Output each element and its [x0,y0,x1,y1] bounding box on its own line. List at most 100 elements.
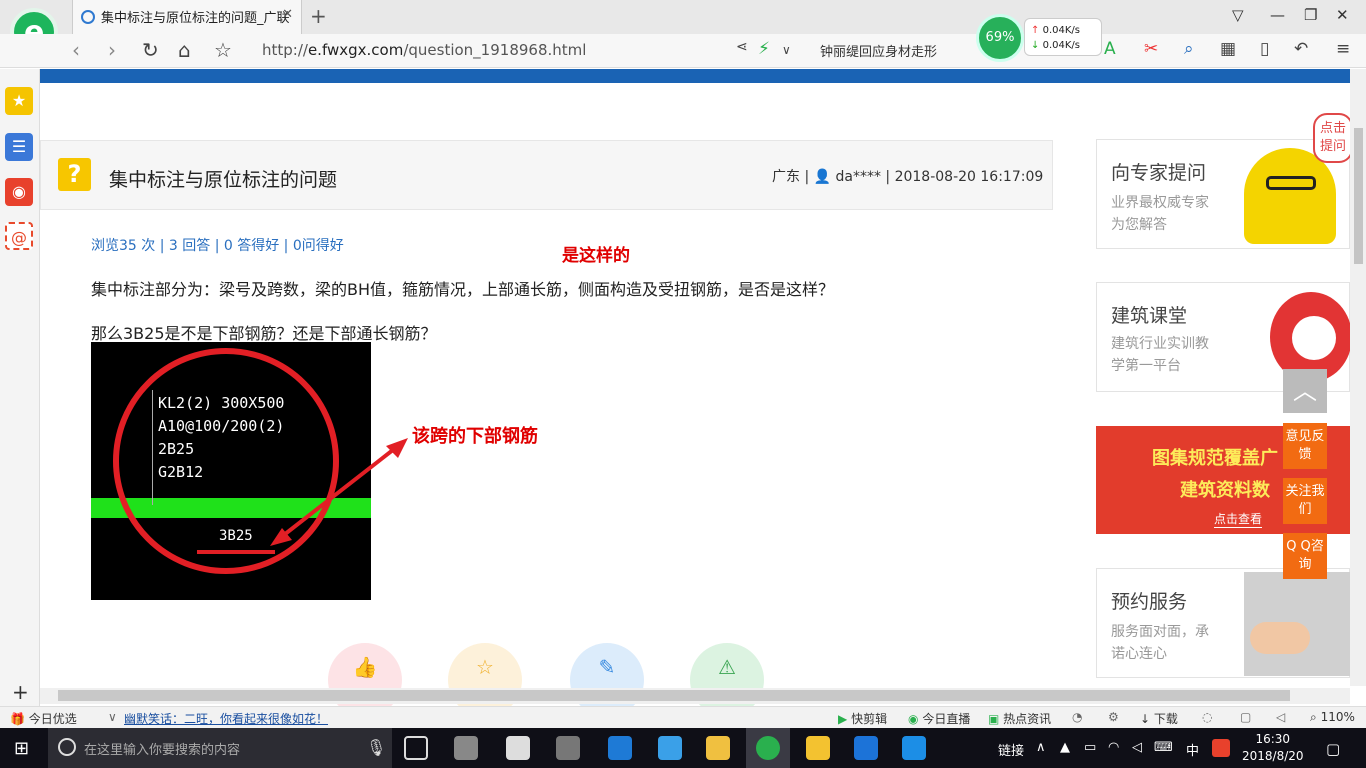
network-speed: ↑ 0.04K/s ↓ 0.04K/s [1024,18,1102,56]
navigation-bar [0,34,1366,68]
ask-bubble[interactable]: 点击提问 [1313,113,1353,163]
dropdown-chevron-icon[interactable]: ∨ [782,43,791,57]
microphone-icon[interactable]: 🎙 [366,738,386,757]
ask-expert-title: 向专家提问 [1111,162,1207,184]
browser-tab[interactable]: 集中标注与原位标注的问题_广联 ✕ [72,0,302,34]
maximize-icon[interactable]: ❐ [1304,6,1317,24]
ask-expert-sub: 业界最权威专家 为您解答 [1111,195,1209,233]
weibo-icon[interactable]: ◉ [5,178,33,206]
favorite-star-icon[interactable]: ☆ [214,38,232,62]
today-picks-label: 今日优选 [28,712,77,726]
back-to-top-button[interactable]: ︿ [1283,369,1327,413]
follow-button[interactable]: 关注我们 [1283,478,1327,524]
taskbar-link[interactable]: 链接 [998,740,1024,759]
search-hint[interactable]: 钟丽缇回应身材走形 [820,41,937,60]
forward-icon[interactable]: › [108,38,116,62]
back-icon[interactable]: ‹ [72,38,80,62]
home-icon[interactable]: ⌂ [178,38,191,62]
menu-icon[interactable]: ≡ [1336,39,1350,59]
hot-news-label: 热点资讯 [1003,712,1052,726]
memory-speed-ball[interactable]: 69% [976,14,1024,62]
tab-close-icon[interactable]: ✕ [282,7,293,22]
hot-news[interactable]: ▣ 热点资讯 [988,710,1051,727]
notification-icon[interactable]: ▢ [1326,740,1340,758]
net-up: 0.04K/s [1042,25,1080,36]
search-icon[interactable]: ⌕ [1184,39,1194,59]
minimize-icon[interactable]: — [1270,6,1285,24]
share-icon[interactable]: ⋖ [736,39,748,55]
app-spiral-icon[interactable] [556,736,580,760]
tray-ime[interactable]: 中 [1186,740,1199,759]
tray-volume-icon[interactable]: ◁ [1132,740,1142,755]
vertical-scroll-thumb[interactable] [1354,128,1363,264]
edge-browser-icon[interactable] [608,736,632,760]
email-icon[interactable]: @ [5,222,33,250]
window-icon[interactable]: ▢ [1240,710,1251,724]
apps-grid-icon[interactable]: ▦ [1220,39,1236,59]
mobile-icon[interactable]: ▯ [1260,39,1269,59]
taskbar-clock[interactable]: 16:30 2018/8/20 [1242,731,1304,765]
task-view-icon[interactable] [404,736,428,760]
joke-link[interactable]: 幽默笑话：二旺，你看起来很像如花！ [124,710,328,727]
address-bar[interactable]: http://e.fwxgx.com/question_1918968.html [262,41,586,59]
app-notes-icon[interactable] [806,736,830,760]
windows-start-icon[interactable]: ⊞ [14,738,29,759]
tab-favicon-icon [81,10,95,24]
skin-icon[interactable]: ▽ [1232,6,1244,24]
clock-date: 2018/8/20 [1242,749,1304,763]
feedback-button[interactable]: 意见反馈 [1283,423,1327,469]
quick-clip-label: 快剪辑 [851,712,888,726]
banner-line-1: 图集规范覆盖广 [1152,448,1278,469]
tray-bell-icon[interactable]: ▲ [1060,740,1070,755]
reading-list-icon[interactable]: ☰ [5,133,33,161]
tools-icon[interactable]: ⚙ [1108,710,1119,724]
chevron-down-icon[interactable]: ∨ [108,710,117,724]
building-class-title: 建筑课堂 [1111,305,1188,327]
app-plus-icon[interactable] [902,736,926,760]
question-stats: 浏览35 次 | 3 回答 | 0 答得好 | 0问得好 [91,238,344,254]
qq-consult-button[interactable]: Q Q咨询 [1283,533,1327,579]
volume-icon[interactable]: ◁ [1276,710,1285,724]
horizontal-scroll-thumb[interactable] [58,690,1290,701]
app-pinwheel-icon[interactable] [454,736,478,760]
banner-link[interactable]: 点击查看 [1214,510,1263,528]
tray-keyboard-icon[interactable]: ⌨ [1154,740,1173,755]
quick-clip[interactable]: ▶ 快剪辑 [838,710,887,727]
net-down: 0.04K/s [1042,40,1080,51]
question-paragraph-1: 集中标注部分为：梁号及跨数，梁的BH值，箍筋情况，上部通长筋，侧面构造及受扭钢筋… [91,280,835,299]
site-header-bar [40,69,1350,83]
search-placeholder: 在这里输入你要搜索的内容 [84,743,241,758]
question-meta: 广东 | 👤 da**** | 2018-08-20 16:17:09 [772,169,1044,185]
tray-chevron-icon[interactable]: ∧ [1036,740,1046,755]
zoom-level[interactable]: ⌕ 110% [1310,710,1355,725]
taskbar-search-input[interactable]: 在这里输入你要搜索的内容 [48,728,392,768]
building-class-sub: 建筑行业实训教 学第一平台 [1111,336,1209,374]
question-paragraph-2: 那么3B25是不是下部钢筋？还是下部通长钢筋？ [91,324,437,343]
download[interactable]: ↓ 下载 [1140,710,1178,727]
sidebar-add-icon[interactable]: + [12,680,29,704]
app-g-icon[interactable] [854,736,878,760]
translate-icon[interactable]: A [1104,39,1116,59]
speed-icon[interactable]: ◔ [1072,710,1082,724]
ie-browser-icon[interactable] [658,736,682,760]
tray-s-icon[interactable] [1212,739,1230,757]
new-tab-icon[interactable]: + [310,4,327,28]
today-live[interactable]: ◉ 今日直播 [908,710,970,727]
app-2345-browser-icon[interactable] [756,736,780,760]
app-e-browser-icon[interactable] [506,736,530,760]
file-explorer-icon[interactable] [706,736,730,760]
close-window-icon[interactable]: ✕ [1336,6,1349,24]
banner-line-2: 建筑资料数 [1180,480,1270,501]
tab-title: 集中标注与原位标注的问题_广联 [101,11,290,26]
clear-icon[interactable]: ◌ [1202,710,1212,724]
today-picks[interactable]: 🎁 今日优选 [10,710,77,727]
refresh-icon[interactable]: ↻ [142,38,159,62]
screenshot-scissors-icon[interactable]: ✂ [1144,39,1158,59]
appointment-title: 预约服务 [1111,591,1188,613]
tray-battery-icon[interactable]: ▭ [1084,740,1096,755]
tray-wifi-icon[interactable]: ◠ [1108,740,1119,755]
clock-time: 16:30 [1255,732,1291,746]
lightning-icon[interactable]: ⚡ [758,39,770,59]
favorites-icon[interactable]: ★ [5,87,33,115]
undo-icon[interactable]: ↶ [1294,39,1308,59]
